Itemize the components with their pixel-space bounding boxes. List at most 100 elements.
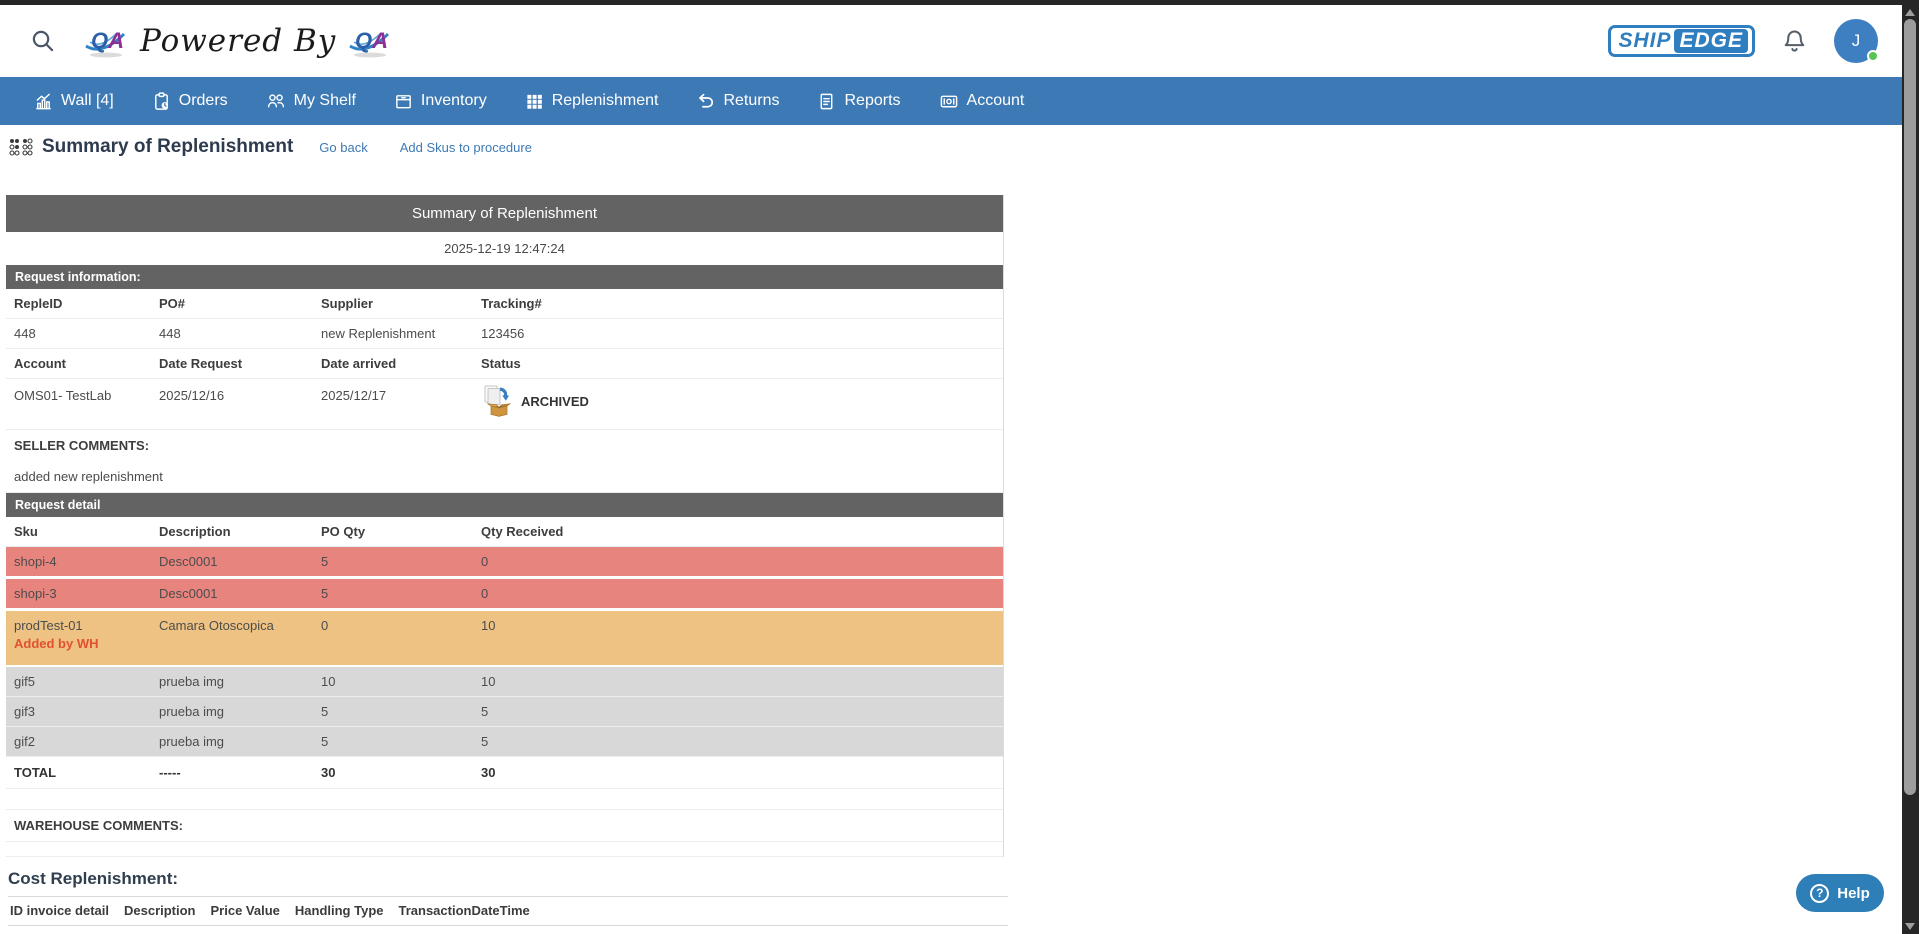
total-qty-received: 30 bbox=[473, 757, 1003, 788]
help-label: Help bbox=[1837, 885, 1870, 902]
description-cell: prueba img bbox=[151, 697, 313, 726]
qty-received-cell: 0 bbox=[473, 579, 1003, 608]
description-cell: prueba img bbox=[151, 667, 313, 696]
page-title: Summary of Replenishment bbox=[42, 136, 293, 158]
shipedge-edge-text: EDGE bbox=[1674, 29, 1748, 53]
info-value-row-2: OMS01- TestLab 2025/12/16 2025/12/17 ARC… bbox=[6, 379, 1003, 429]
qa-logo-icon: QA bbox=[346, 22, 394, 60]
po-qty-cell: 5 bbox=[313, 727, 473, 756]
search-icon[interactable] bbox=[30, 28, 56, 54]
table-row: shopi-3 Desc0001 5 0 bbox=[6, 579, 1003, 611]
description-cell: prueba img bbox=[151, 727, 313, 756]
online-status-dot bbox=[1867, 50, 1879, 62]
nav-label: Orders bbox=[179, 92, 228, 110]
question-mark-icon: ? bbox=[1810, 884, 1829, 903]
spacer-row bbox=[6, 789, 1003, 810]
column-header: Sku bbox=[6, 517, 151, 546]
avatar-initial: J bbox=[1852, 31, 1861, 51]
replenishment-summary-table: Summary of Replenishment 2025-12-19 12:4… bbox=[6, 195, 1004, 857]
sku-cell: shopi-4 bbox=[6, 547, 151, 576]
qty-received-cell: 5 bbox=[473, 727, 1003, 756]
archived-icon bbox=[481, 384, 517, 419]
column-header: Date arrived bbox=[313, 349, 473, 378]
svg-text:QA: QA bbox=[91, 28, 124, 53]
column-header: TransactionDateTime bbox=[399, 903, 530, 918]
status-label: ARCHIVED bbox=[521, 394, 589, 409]
dots-grid-icon[interactable] bbox=[8, 137, 34, 157]
po-qty-cell: 10 bbox=[313, 667, 473, 696]
description-cell: Camara Otoscopica bbox=[151, 611, 313, 665]
po-number-value: 448 bbox=[151, 319, 313, 348]
supplier-value: new Replenishment bbox=[313, 319, 473, 348]
add-skus-link[interactable]: Add Skus to procedure bbox=[400, 140, 532, 155]
table-row: gif5 prueba img 10 10 bbox=[6, 667, 1003, 697]
scroll-down-arrow[interactable] bbox=[1905, 923, 1915, 930]
shipedge-ship-text: SHIP bbox=[1615, 29, 1674, 53]
info-value-row-1: 448 448 new Replenishment 123456 bbox=[6, 319, 1003, 349]
warehouse-comments-label: WAREHOUSE COMMENTS: bbox=[6, 810, 1003, 842]
nav-item-wall[interactable]: Wall [4] bbox=[34, 92, 114, 111]
sku-cell: gif2 bbox=[6, 727, 151, 756]
request-detail-section-bar: Request detail bbox=[6, 493, 1003, 517]
nav-item-replenishment[interactable]: Replenishment bbox=[525, 92, 659, 111]
report-timestamp: 2025-12-19 12:47:24 bbox=[6, 232, 1003, 265]
notifications-bell-icon[interactable] bbox=[1781, 28, 1808, 55]
report-title-bar: Summary of Replenishment bbox=[6, 195, 1003, 232]
nav-label: Returns bbox=[723, 92, 779, 110]
shipedge-logo: SHIP EDGE bbox=[1608, 25, 1755, 57]
user-avatar[interactable]: J bbox=[1834, 19, 1878, 63]
sku-cell: gif3 bbox=[6, 697, 151, 726]
po-qty-cell: 5 bbox=[313, 697, 473, 726]
column-header: ID invoice detail bbox=[10, 903, 109, 918]
scrollbar-thumb[interactable] bbox=[1904, 19, 1916, 795]
info-header-row-1: RepleID PO# Supplier Tracking# bbox=[6, 289, 1003, 319]
nav-item-my-shelf[interactable]: My Shelf bbox=[266, 92, 356, 111]
box-icon bbox=[394, 92, 413, 111]
bar-chart-icon bbox=[34, 92, 53, 111]
app-header: QA Powered By QA SHIP EDGE J bbox=[0, 5, 1902, 77]
cost-replenishment-section: Cost Replenishment: ID invoice detail De… bbox=[8, 869, 1008, 926]
cost-section-title: Cost Replenishment: bbox=[8, 869, 1008, 889]
column-header: PO Qty bbox=[313, 517, 473, 546]
vertical-scrollbar[interactable] bbox=[1902, 5, 1919, 934]
help-button[interactable]: ? Help bbox=[1796, 874, 1884, 912]
nav-label: Wall [4] bbox=[61, 92, 114, 110]
tracking-value: 123456 bbox=[473, 319, 1003, 348]
column-header: Status bbox=[473, 349, 1003, 378]
column-header: Description bbox=[124, 903, 196, 918]
sku-cell: gif5 bbox=[6, 667, 151, 696]
column-header: Price Value bbox=[211, 903, 280, 918]
table-row: gif3 prueba img 5 5 bbox=[6, 697, 1003, 727]
divider bbox=[8, 925, 1008, 926]
nav-item-orders[interactable]: Orders bbox=[152, 92, 228, 111]
sku-value: prodTest-01 bbox=[14, 618, 83, 633]
table-row: shopi-4 Desc0001 5 0 bbox=[6, 547, 1003, 579]
column-header: Supplier bbox=[313, 289, 473, 318]
qty-received-cell: 10 bbox=[473, 667, 1003, 696]
description-cell: Desc0001 bbox=[151, 547, 313, 576]
undo-arrow-icon bbox=[696, 92, 715, 111]
brand-logo: QA Powered By QA bbox=[82, 22, 394, 60]
spacer-row bbox=[6, 842, 1003, 857]
po-qty-cell: 5 bbox=[313, 547, 473, 576]
scroll-up-arrow[interactable] bbox=[1905, 9, 1915, 16]
grid-icon bbox=[525, 92, 544, 111]
nav-item-inventory[interactable]: Inventory bbox=[394, 92, 487, 111]
nav-label: Account bbox=[967, 92, 1025, 110]
date-arrived-value: 2025/12/17 bbox=[313, 379, 473, 429]
sku-cell: shopi-3 bbox=[6, 579, 151, 608]
nav-item-reports[interactable]: Reports bbox=[817, 92, 900, 111]
main-navbar: Wall [4] Orders My Shelf Inventory Reple… bbox=[0, 77, 1902, 125]
svg-text:QA: QA bbox=[355, 28, 388, 53]
description-cell: Desc0001 bbox=[151, 579, 313, 608]
total-po-qty: 30 bbox=[313, 757, 473, 788]
column-header: Handling Type bbox=[295, 903, 384, 918]
nav-item-account[interactable]: Account bbox=[939, 92, 1025, 111]
nav-item-returns[interactable]: Returns bbox=[696, 92, 779, 111]
banknote-icon bbox=[939, 92, 959, 111]
powered-by-text: Powered By bbox=[140, 23, 336, 59]
total-label: TOTAL bbox=[6, 757, 151, 788]
go-back-link[interactable]: Go back bbox=[319, 140, 367, 155]
seller-comments-value: added new replenishment bbox=[6, 461, 1003, 493]
request-information-section-bar: Request information: bbox=[6, 265, 1003, 289]
